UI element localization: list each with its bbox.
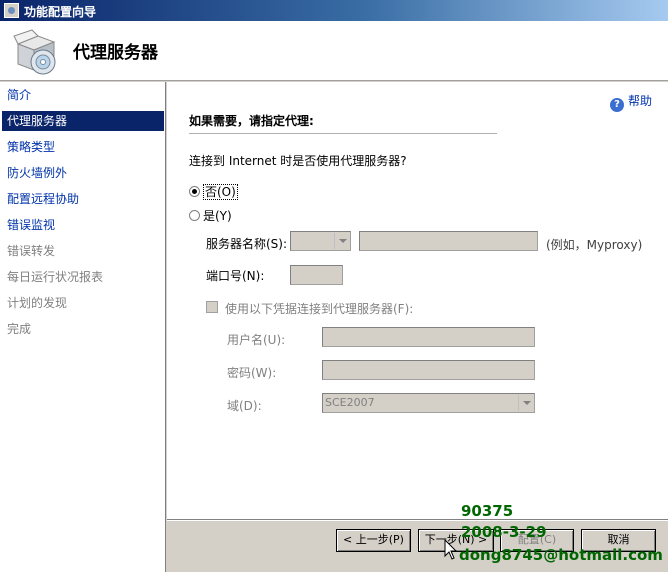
page-title: 代理服务器 <box>73 43 158 63</box>
sidebar-item-daily-health-report: 每日运行状况报表 <box>7 270 104 284</box>
window-title: 功能配置向导 <box>24 5 97 19</box>
setup-package-icon <box>13 29 56 75</box>
radio-no-proxy[interactable]: 否(O) <box>189 183 238 200</box>
password-input[interactable] <box>322 360 535 380</box>
wizard-header: 代理服务器 <box>0 21 668 81</box>
radio-no-circle[interactable] <box>189 186 200 197</box>
use-credentials-label: 使用以下凭据连接到代理服务器(F): <box>225 302 414 316</box>
app-icon <box>4 3 19 18</box>
server-name-hint: (例如，Myproxy) <box>546 238 643 252</box>
sidebar-item-finish: 完成 <box>7 322 32 336</box>
sidebar-item-intro[interactable]: 简介 <box>2 85 164 105</box>
sidebar-item-proxy-server[interactable]: 代理服务器 <box>2 111 164 131</box>
back-button[interactable]: < 上一步(P) <box>336 529 411 552</box>
watermark-line-2: 2008-3-29 <box>461 523 547 541</box>
watermark-line-1: 90375 <box>461 502 514 520</box>
sidebar-item-remote-assistance[interactable]: 配置远程协助 <box>2 189 164 209</box>
port-input[interactable] <box>290 265 343 285</box>
use-credentials-checkbox[interactable] <box>206 301 218 313</box>
server-name-input[interactable] <box>359 231 538 251</box>
help-link[interactable]: ? 帮助 <box>609 92 652 112</box>
chevron-down-icon[interactable] <box>518 395 533 411</box>
sidebar-item-firewall-exceptions[interactable]: 防火墙例外 <box>2 163 164 183</box>
server-name-label: 服务器名称(S): <box>206 237 288 251</box>
proxy-question: 连接到 Internet 时是否使用代理服务器? <box>189 154 407 168</box>
domain-dropdown[interactable]: SCE2007 <box>322 393 535 413</box>
section-divider <box>189 133 497 134</box>
help-label: 帮助 <box>627 94 652 108</box>
radio-yes-circle[interactable] <box>189 210 200 221</box>
username-input[interactable] <box>322 327 535 347</box>
watermark-line-3: dong8745@hotmail.com <box>459 546 663 564</box>
chevron-down-icon[interactable] <box>334 233 349 249</box>
title-bar[interactable]: 功能配置向导 <box>0 0 668 21</box>
sidebar-item-policy-type[interactable]: 策略类型 <box>2 137 164 157</box>
radio-no-label: 否(O) <box>203 184 238 200</box>
domain-value: SCE2007 <box>325 396 375 409</box>
wizard-steps-sidebar: 简介 代理服务器 策略类型 防火墙例外 配置远程协助 错误监视 错误转发 每日运… <box>0 82 166 572</box>
domain-label: 域(D): <box>227 399 262 413</box>
wizard-content: ? 帮助 如果需要，请指定代理: 连接到 Internet 时是否使用代理服务器?… <box>167 82 668 519</box>
server-protocol-dropdown[interactable] <box>290 231 351 251</box>
section-title: 如果需要，请指定代理: <box>189 114 314 128</box>
footer-divider <box>167 519 668 521</box>
radio-yes-label: 是(Y) <box>203 209 232 223</box>
radio-use-proxy[interactable]: 是(Y) <box>189 207 232 224</box>
sidebar-item-error-forwarding: 错误转发 <box>7 244 56 258</box>
password-label: 密码(W): <box>227 366 277 380</box>
port-label: 端口号(N): <box>206 269 265 283</box>
username-label: 用户名(U): <box>227 333 286 347</box>
sidebar-item-error-monitoring[interactable]: 错误监视 <box>2 215 164 235</box>
help-icon: ? <box>609 98 624 112</box>
sidebar-item-scheduled-discovery: 计划的发现 <box>7 296 68 310</box>
mouse-cursor-icon <box>444 539 458 560</box>
